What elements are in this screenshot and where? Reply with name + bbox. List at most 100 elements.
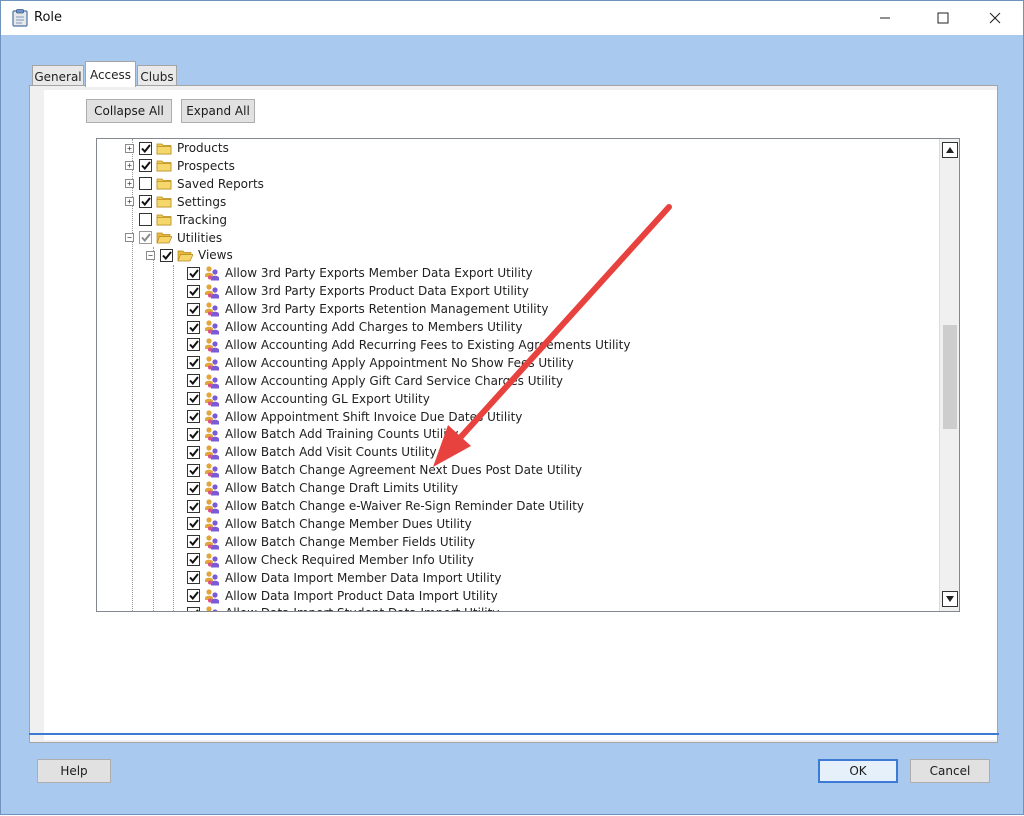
window-title: Role xyxy=(34,10,63,25)
tree-node[interactable]: Allow Data Import Product Data Import Ut… xyxy=(187,587,498,605)
tab-clubs-label: Clubs xyxy=(140,69,174,84)
tree-node[interactable]: − Views xyxy=(146,246,233,264)
tab-clubs[interactable]: Clubs xyxy=(137,65,177,87)
tab-access[interactable]: Access xyxy=(85,61,136,87)
folder-icon xyxy=(156,143,172,154)
tree-node-label: Allow 3rd Party Exports Product Data Exp… xyxy=(225,284,529,299)
scroll-thumb[interactable] xyxy=(943,325,957,429)
tree-node[interactable]: − Utilities xyxy=(125,229,222,247)
expand-all-button[interactable]: Expand All xyxy=(181,99,255,123)
node-checkbox[interactable] xyxy=(187,284,200,298)
node-checkbox[interactable] xyxy=(187,356,200,370)
checkmark-icon xyxy=(188,304,199,314)
folder-icon xyxy=(156,196,172,208)
checkmark-icon xyxy=(140,143,151,153)
maximize-button[interactable] xyxy=(920,1,966,35)
tab-general-label: General xyxy=(34,69,82,84)
node-checkbox[interactable] xyxy=(139,213,152,227)
node-checkbox[interactable] xyxy=(187,427,200,441)
tree-node[interactable]: Tracking xyxy=(125,211,227,229)
tree-node[interactable]: Allow Batch Add Training Counts Utility xyxy=(187,425,458,443)
collapse-all-button[interactable]: Collapse All xyxy=(86,99,172,123)
tree-node[interactable]: Allow Batch Change Member Dues Utility xyxy=(187,515,472,533)
folder-open-icon xyxy=(177,250,193,262)
node-checkbox[interactable] xyxy=(187,606,200,611)
node-checkbox[interactable] xyxy=(187,302,200,316)
ok-button[interactable]: OK xyxy=(818,759,898,783)
tree-node[interactable]: Allow 3rd Party Exports Member Data Expo… xyxy=(187,264,533,282)
tree-node[interactable]: Allow Batch Change e-Waiver Re-Sign Remi… xyxy=(187,497,584,515)
tree-node-label: Allow Batch Change Draft Limits Utility xyxy=(225,481,459,496)
node-checkbox[interactable] xyxy=(187,499,200,513)
tree-node[interactable]: Allow Accounting Add Charges to Members … xyxy=(187,318,522,336)
node-checkbox[interactable] xyxy=(187,463,200,477)
collapse-node-icon[interactable]: − xyxy=(146,250,155,260)
triangle-up-icon xyxy=(946,147,954,153)
checkmark-icon xyxy=(188,591,199,600)
tree-node[interactable]: Allow Data Import Member Data Import Uti… xyxy=(187,569,502,587)
checkmark-icon xyxy=(195,609,199,611)
node-checkbox[interactable] xyxy=(187,553,200,567)
tree-node[interactable]: Allow Accounting GL Export Utility xyxy=(187,390,430,408)
node-checkbox[interactable] xyxy=(139,195,152,209)
tree-node-label: Views xyxy=(198,248,233,263)
node-checkbox[interactable] xyxy=(187,517,200,531)
node-checkbox[interactable] xyxy=(187,535,200,549)
collapse-node-icon[interactable]: − xyxy=(125,233,134,242)
tree-node[interactable]: + Saved Reports xyxy=(125,175,264,193)
node-checkbox[interactable] xyxy=(187,589,200,602)
node-checkbox[interactable] xyxy=(139,141,152,155)
node-checkbox[interactable] xyxy=(187,410,200,423)
scroll-up-button[interactable] xyxy=(942,142,958,158)
users-permission-icon xyxy=(205,517,219,532)
tree-node[interactable]: Allow Accounting Apply Gift Card Service… xyxy=(187,372,563,390)
node-checkbox[interactable] xyxy=(187,320,200,334)
scroll-down-button[interactable] xyxy=(942,591,958,607)
tree-node-label: Allow Batch Change Member Fields Utility xyxy=(225,534,476,549)
tree-node[interactable]: + Prospects xyxy=(125,157,235,175)
node-checkbox[interactable] xyxy=(160,248,173,262)
tree-vertical-scrollbar[interactable] xyxy=(939,139,959,611)
node-checkbox[interactable] xyxy=(139,177,152,191)
tree-node[interactable]: Allow Batch Change Agreement Next Dues P… xyxy=(187,461,582,479)
tree-node[interactable]: Allow Batch Change Member Fields Utility xyxy=(187,533,475,551)
users-permission-icon xyxy=(205,553,219,568)
tree-node[interactable]: Allow Batch Change Draft Limits Utility xyxy=(187,479,458,497)
tree-node[interactable]: Allow Batch Add Visit Counts Utility xyxy=(187,443,437,461)
node-checkbox[interactable] xyxy=(187,445,200,459)
tree-node[interactable]: + Products xyxy=(125,139,229,157)
node-checkbox[interactable] xyxy=(187,266,200,280)
tree-node-label: Settings xyxy=(177,194,227,209)
folder-icon xyxy=(156,161,172,172)
tree-node[interactable]: + Settings xyxy=(125,193,226,211)
expand-node-icon[interactable]: + xyxy=(125,179,134,189)
node-checkbox[interactable] xyxy=(139,231,152,244)
permissions-tree[interactable]: + Products + Prospects + Saved Reports + Settin… xyxy=(96,138,960,612)
checkmark-icon xyxy=(140,233,151,242)
tree-node-label: Tracking xyxy=(177,212,227,227)
node-checkbox[interactable] xyxy=(187,392,200,406)
node-checkbox[interactable] xyxy=(187,338,200,352)
minimize-button[interactable] xyxy=(862,1,908,35)
tree-node[interactable]: Allow Accounting Apply Appointment No Sh… xyxy=(187,354,574,372)
tree-node[interactable]: Allow Accounting Add Recurring Fees to E… xyxy=(187,336,630,354)
cancel-button[interactable]: Cancel xyxy=(910,759,990,783)
node-checkbox[interactable] xyxy=(139,159,152,173)
tree-node[interactable]: Allow 3rd Party Exports Retention Manage… xyxy=(187,300,548,318)
users-permission-icon xyxy=(205,302,219,317)
tree-node-label: Allow Accounting Apply Gift Card Service… xyxy=(225,373,564,388)
node-checkbox[interactable] xyxy=(187,571,200,585)
tab-general[interactable]: General xyxy=(32,65,84,87)
tree-node[interactable]: Allow Appointment Shift Invoice Due Date… xyxy=(187,408,522,426)
help-button[interactable]: Help xyxy=(37,759,111,783)
tree-node[interactable]: Allow Check Required Member Info Utility xyxy=(187,551,474,569)
node-checkbox[interactable] xyxy=(187,481,200,495)
expand-node-icon[interactable]: + xyxy=(125,161,134,171)
tree-node[interactable]: Allow 3rd Party Exports Product Data Exp… xyxy=(187,282,529,300)
node-checkbox[interactable] xyxy=(187,374,200,388)
expand-node-icon[interactable]: + xyxy=(125,197,134,207)
tree-node[interactable]: Allow Data Import Student Data Import Ut… xyxy=(187,604,499,611)
title-bar[interactable]: Role xyxy=(1,1,1023,35)
expand-node-icon[interactable]: + xyxy=(125,143,134,153)
close-button[interactable] xyxy=(972,1,1018,35)
